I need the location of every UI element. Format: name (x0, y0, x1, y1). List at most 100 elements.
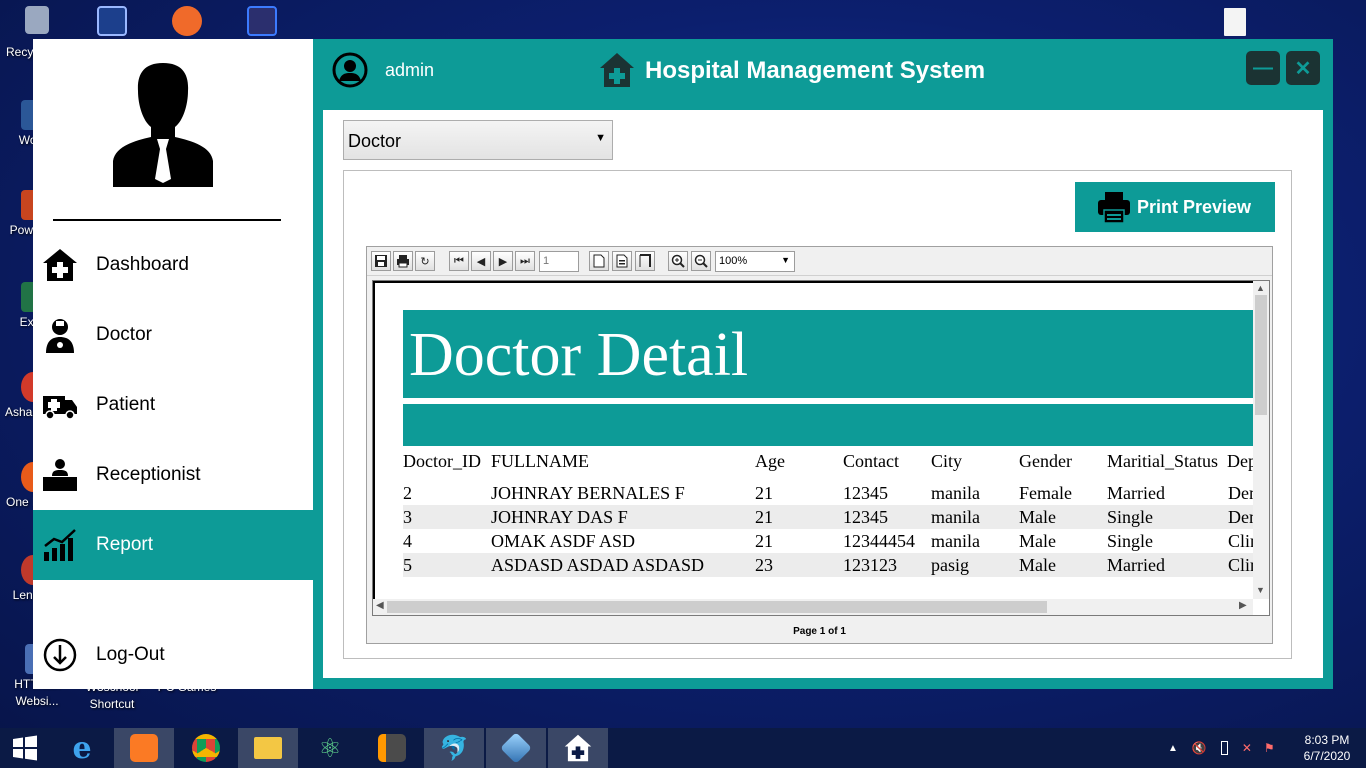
vertical-scroll-thumb[interactable] (1255, 295, 1267, 415)
cell-department: Clin (1228, 531, 1253, 551)
sidebar: Dashboard Doctor Patient Receptionist Re… (33, 39, 313, 689)
desktop-icon-recycle-bin[interactable]: Recy (2, 6, 72, 59)
desktop-icon-photoshop[interactable] (77, 6, 147, 38)
sidebar-divider (53, 219, 281, 221)
printer-icon (1097, 190, 1131, 224)
minimize-button[interactable]: — (1246, 51, 1280, 85)
user-icon[interactable] (332, 52, 368, 88)
taskbar: e ⚛ 🐬 ▲ 🔇 ✕ ⚑ 8:03 PM 6/7/2020 (0, 728, 1366, 768)
recycle-bin-icon (25, 6, 49, 34)
cell-fullname: JOHNRAY BERNALES F (491, 483, 685, 503)
scroll-right-icon[interactable]: ▶ (1239, 600, 1247, 611)
cell-age: 21 (755, 507, 773, 527)
vertical-scrollbar[interactable]: ▲ ▼ (1253, 281, 1269, 599)
next-page-icon[interactable]: ▶ (493, 251, 513, 271)
page-setup-icon[interactable] (612, 251, 632, 271)
volume-muted-icon[interactable]: 🔇 (1192, 741, 1207, 755)
taskbar-file-explorer[interactable] (238, 728, 298, 768)
sidebar-item-receptionist[interactable]: Receptionist (33, 440, 313, 510)
table-row: 5 ASDASD ASDAD ASDASD 23 123123 pasig Ma… (403, 553, 1253, 577)
sidebar-item-label: Receptionist (96, 464, 201, 485)
scroll-down-icon[interactable]: ▼ (1256, 585, 1265, 595)
chevron-down-icon: ▼ (781, 255, 790, 265)
report-panel: Print Preview ↻ ⏮ ◀ ▶ ⏭ 1 100% ▼ Doctor … (343, 170, 1292, 659)
minimize-icon: — (1253, 57, 1273, 79)
scroll-up-icon[interactable]: ▲ (1256, 283, 1265, 293)
receptionist-icon (41, 456, 79, 494)
cell-city: manila (931, 507, 980, 527)
horizontal-scrollbar[interactable]: ◀ ▶ (373, 599, 1253, 615)
battery-icon[interactable] (1220, 741, 1228, 755)
cell-doctor-id: 4 (403, 531, 412, 551)
taskbar-clock[interactable]: 8:03 PM 6/7/2020 (1292, 732, 1362, 764)
print-preview-button[interactable]: Print Preview (1075, 182, 1275, 232)
column-header: Gender (1019, 451, 1072, 471)
taskbar-mysql[interactable]: 🐬 (424, 728, 484, 768)
cell-department: Clin (1228, 555, 1253, 575)
zoom-out-icon[interactable] (691, 251, 711, 271)
system-tray: ▲ 🔇 ✕ ⚑ (1168, 728, 1275, 768)
cell-age: 21 (755, 531, 773, 551)
doctor-icon (41, 316, 79, 354)
taskbar-virtualbox[interactable] (486, 728, 546, 768)
show-hidden-icons-icon[interactable]: ▲ (1168, 743, 1178, 754)
cell-contact: 123123 (843, 555, 897, 575)
save-icon[interactable] (371, 251, 391, 271)
hospital-logo-icon (599, 52, 635, 88)
hospital-app-icon (564, 734, 592, 762)
column-header: Doctor_ID (403, 451, 481, 471)
sidebar-item-report[interactable]: Report (33, 510, 313, 580)
report-type-select[interactable]: Doctor ▼ (343, 120, 613, 160)
taskbar-hospital-app[interactable] (548, 728, 608, 768)
cell-marital-status: Single (1107, 531, 1154, 551)
start-button[interactable] (0, 728, 50, 768)
horizontal-scroll-thumb[interactable] (387, 601, 1047, 613)
sidebar-item-dashboard[interactable]: Dashboard (33, 230, 313, 300)
sidebar-item-label: Report (96, 534, 154, 555)
report-title: Doctor Detail (409, 321, 749, 389)
desktop-icon-document[interactable] (1200, 8, 1270, 38)
cell-contact: 12345 (843, 507, 888, 527)
report-type-value: Doctor (348, 131, 402, 151)
taskbar-xampp[interactable] (114, 728, 174, 768)
first-page-icon[interactable]: ⏮ (449, 251, 469, 271)
sidebar-item-logout[interactable]: Log-Out (33, 620, 313, 690)
cube-icon (500, 732, 532, 764)
taskbar-atom[interactable]: ⚛ (300, 728, 360, 768)
dolphin-icon: 🐬 (439, 734, 469, 762)
zoom-in-icon[interactable] (668, 251, 688, 271)
sidebar-item-patient[interactable]: Patient (33, 370, 313, 440)
hospital-icon (41, 246, 79, 284)
cell-gender: Female (1019, 483, 1072, 503)
cell-doctor-id: 2 (403, 483, 412, 503)
layout-icon[interactable] (635, 251, 655, 271)
taskbar-chrome[interactable] (176, 728, 236, 768)
close-button[interactable]: ✕ (1286, 51, 1320, 85)
xampp-icon (130, 734, 158, 762)
atom-icon: ⚛ (318, 732, 342, 763)
refresh-icon[interactable]: ↻ (415, 251, 435, 271)
cell-gender: Male (1019, 555, 1056, 575)
desktop-icon-app-orange[interactable] (152, 6, 222, 38)
logout-icon (41, 636, 79, 674)
zoom-select[interactable]: 100% ▼ (715, 251, 795, 272)
taskbar-sublime[interactable] (362, 728, 422, 768)
report-viewer: ↻ ⏮ ◀ ▶ ⏭ 1 100% ▼ Doctor Detail Doctor_… (366, 246, 1273, 644)
chevron-down-icon: ▼ (595, 132, 606, 144)
previous-page-icon[interactable]: ◀ (471, 251, 491, 271)
document-icon (1224, 8, 1246, 36)
network-icon[interactable]: ✕ (1242, 741, 1252, 755)
last-page-icon[interactable]: ⏭ (515, 251, 535, 271)
page-number-input[interactable]: 1 (539, 251, 579, 272)
notification-flag-icon[interactable]: ⚑ (1264, 741, 1275, 755)
clock-time: 8:03 PM (1304, 733, 1350, 747)
internet-explorer-icon: e (72, 730, 92, 766)
scroll-left-icon[interactable]: ◀ (376, 600, 384, 611)
table-row: 4 OMAK ASDF ASD 21 12344454 manila Male … (403, 529, 1253, 553)
sidebar-item-doctor[interactable]: Doctor (33, 300, 313, 370)
page-view-icon[interactable] (589, 251, 609, 271)
desktop-icon-intellij[interactable] (227, 6, 297, 38)
taskbar-internet-explorer[interactable]: e (52, 728, 112, 768)
print-icon[interactable] (393, 251, 413, 271)
cell-city: manila (931, 531, 980, 551)
